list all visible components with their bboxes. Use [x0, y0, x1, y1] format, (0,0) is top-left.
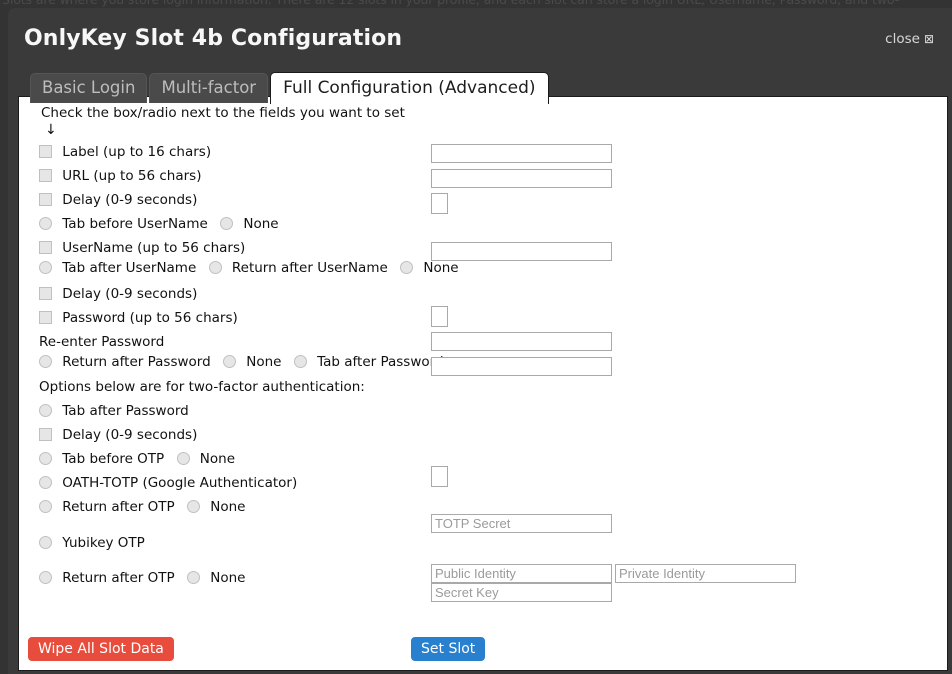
delay2-text: Delay (0-9 seconds) [62, 286, 198, 302]
delay1-text: Delay (0-9 seconds) [62, 192, 198, 208]
form-hint: Check the box/radio next to the fields y… [41, 105, 405, 121]
public-identity-input[interactable] [431, 564, 612, 583]
arrow-down-icon: ↓ [45, 122, 57, 138]
after-username-none-radio[interactable] [400, 261, 414, 274]
background-page-text: Slots are where you store login informat… [0, 0, 952, 7]
oath-totp-radio[interactable] [39, 476, 52, 489]
close-label: close [885, 31, 920, 47]
row-oath-totp: OATH-TOTP (Google Authenticator) [39, 471, 947, 495]
modal-header: OnlyKey Slot 4b Configuration close ⊠ [8, 8, 952, 60]
tab-after-password-radio[interactable] [39, 404, 52, 417]
private-identity-input[interactable] [615, 564, 796, 583]
label-input[interactable] [431, 144, 612, 163]
delay1-input[interactable] [431, 193, 448, 214]
delay2-checkbox[interactable] [39, 287, 52, 300]
tab-basic-login[interactable]: Basic Login [30, 73, 148, 103]
row-yubikey-otp: Yubikey OTP [39, 531, 947, 555]
password-checkbox[interactable] [39, 311, 52, 324]
tab-after-username-text: Tab after UserName [62, 260, 197, 276]
tab-after-password-text: Tab after Password [62, 403, 189, 419]
delay1-checkbox[interactable] [39, 193, 52, 206]
return-after-otp-1-none-radio[interactable] [186, 500, 200, 513]
twofactor-note: Options below are for two-factor authent… [39, 379, 365, 395]
tab-bar: Basic Login Multi-factor Full Configurat… [30, 71, 549, 104]
delay2-input[interactable] [431, 306, 448, 327]
row-tab-after-password: Tab after Password [39, 399, 947, 423]
secret-key-input[interactable] [431, 583, 612, 602]
full-configuration-panel: Check the box/radio next to the fields y… [18, 96, 948, 671]
label-text: Label (up to 16 chars) [62, 144, 212, 160]
tab-before-username-text: Tab before UserName [62, 216, 208, 232]
tab-multi-factor[interactable]: Multi-factor [149, 73, 269, 103]
password-input[interactable] [431, 332, 612, 351]
yubikey-otp-text: Yubikey OTP [62, 535, 145, 551]
close-button[interactable]: close ⊠ [885, 31, 934, 47]
after-username-none-text: None [423, 260, 459, 276]
after-password-none-text: None [246, 354, 282, 370]
tab-before-username-none-text: None [243, 216, 279, 232]
yubikey-otp-radio[interactable] [39, 536, 52, 549]
page-root: Slots are where you store login informat… [0, 0, 952, 674]
return-after-username-radio[interactable] [208, 261, 222, 274]
delay3-checkbox[interactable] [39, 428, 52, 441]
row-tab-before-otp: Tab before OTP None [39, 447, 947, 471]
tab-before-otp-text: Tab before OTP [62, 451, 165, 467]
tab-before-username-none-radio[interactable] [220, 217, 234, 230]
url-checkbox[interactable] [39, 169, 52, 182]
form-container: Check the box/radio next to the fields y… [19, 97, 947, 670]
return-after-password-text: Return after Password [62, 354, 211, 370]
delay3-text: Delay (0-9 seconds) [62, 427, 198, 443]
page-title: OnlyKey Slot 4b Configuration [24, 26, 403, 51]
tab-after-username-radio[interactable] [39, 261, 52, 274]
row-delay-3: Delay (0-9 seconds) [39, 423, 947, 447]
password-text: Password (up to 56 chars) [62, 310, 238, 326]
wipe-all-slot-data-button[interactable]: Wipe All Slot Data [28, 637, 174, 661]
url-text: URL (up to 56 chars) [62, 168, 202, 184]
slot-configuration-modal: OnlyKey Slot 4b Configuration close ⊠ Bas… [8, 8, 952, 674]
return-after-otp-1-radio[interactable] [39, 500, 52, 513]
row-after-username-options: Tab after UserName Return after UserName… [39, 260, 947, 277]
return-after-otp-1-text: Return after OTP [62, 499, 175, 515]
row-password: Password (up to 56 chars) [39, 306, 947, 330]
after-password-none-radio[interactable] [222, 355, 236, 368]
url-input[interactable] [431, 169, 612, 188]
return-after-password-radio[interactable] [39, 355, 52, 368]
return-after-otp-2-text: Return after OTP [62, 570, 175, 586]
username-text: UserName (up to 56 chars) [62, 240, 246, 256]
tab-after-password-radio-top[interactable] [293, 355, 307, 368]
tab-after-password-text-top: Tab after Password [317, 354, 444, 370]
label-checkbox[interactable] [39, 145, 52, 158]
row-tab-before-username: Tab before UserName None [39, 212, 947, 236]
return-after-otp-2-none-text: None [210, 570, 246, 586]
return-after-otp-2-none-radio[interactable] [186, 571, 200, 584]
oath-totp-text: OATH-TOTP (Google Authenticator) [62, 475, 298, 491]
return-after-username-text: Return after UserName [231, 260, 388, 276]
reenter-password-input[interactable] [431, 357, 612, 376]
totp-secret-input[interactable] [431, 514, 612, 533]
set-slot-button[interactable]: Set Slot [411, 637, 486, 661]
row-delay-1: Delay (0-9 seconds) [39, 188, 947, 212]
return-after-otp-2-radio[interactable] [39, 571, 52, 584]
delay3-input[interactable] [431, 466, 448, 487]
row-delay-2: Delay (0-9 seconds) [39, 282, 947, 306]
close-icon: ⊠ [923, 32, 934, 46]
tab-before-otp-none-text: None [199, 451, 236, 467]
tab-before-username-radio[interactable] [39, 217, 52, 230]
username-checkbox[interactable] [39, 241, 52, 254]
tab-full-configuration[interactable]: Full Configuration (Advanced) [270, 72, 549, 104]
tab-before-otp-none-radio[interactable] [176, 452, 190, 465]
username-input[interactable] [431, 242, 612, 261]
tab-before-otp-radio[interactable] [39, 452, 52, 465]
return-after-otp-1-none-text: None [210, 499, 246, 515]
